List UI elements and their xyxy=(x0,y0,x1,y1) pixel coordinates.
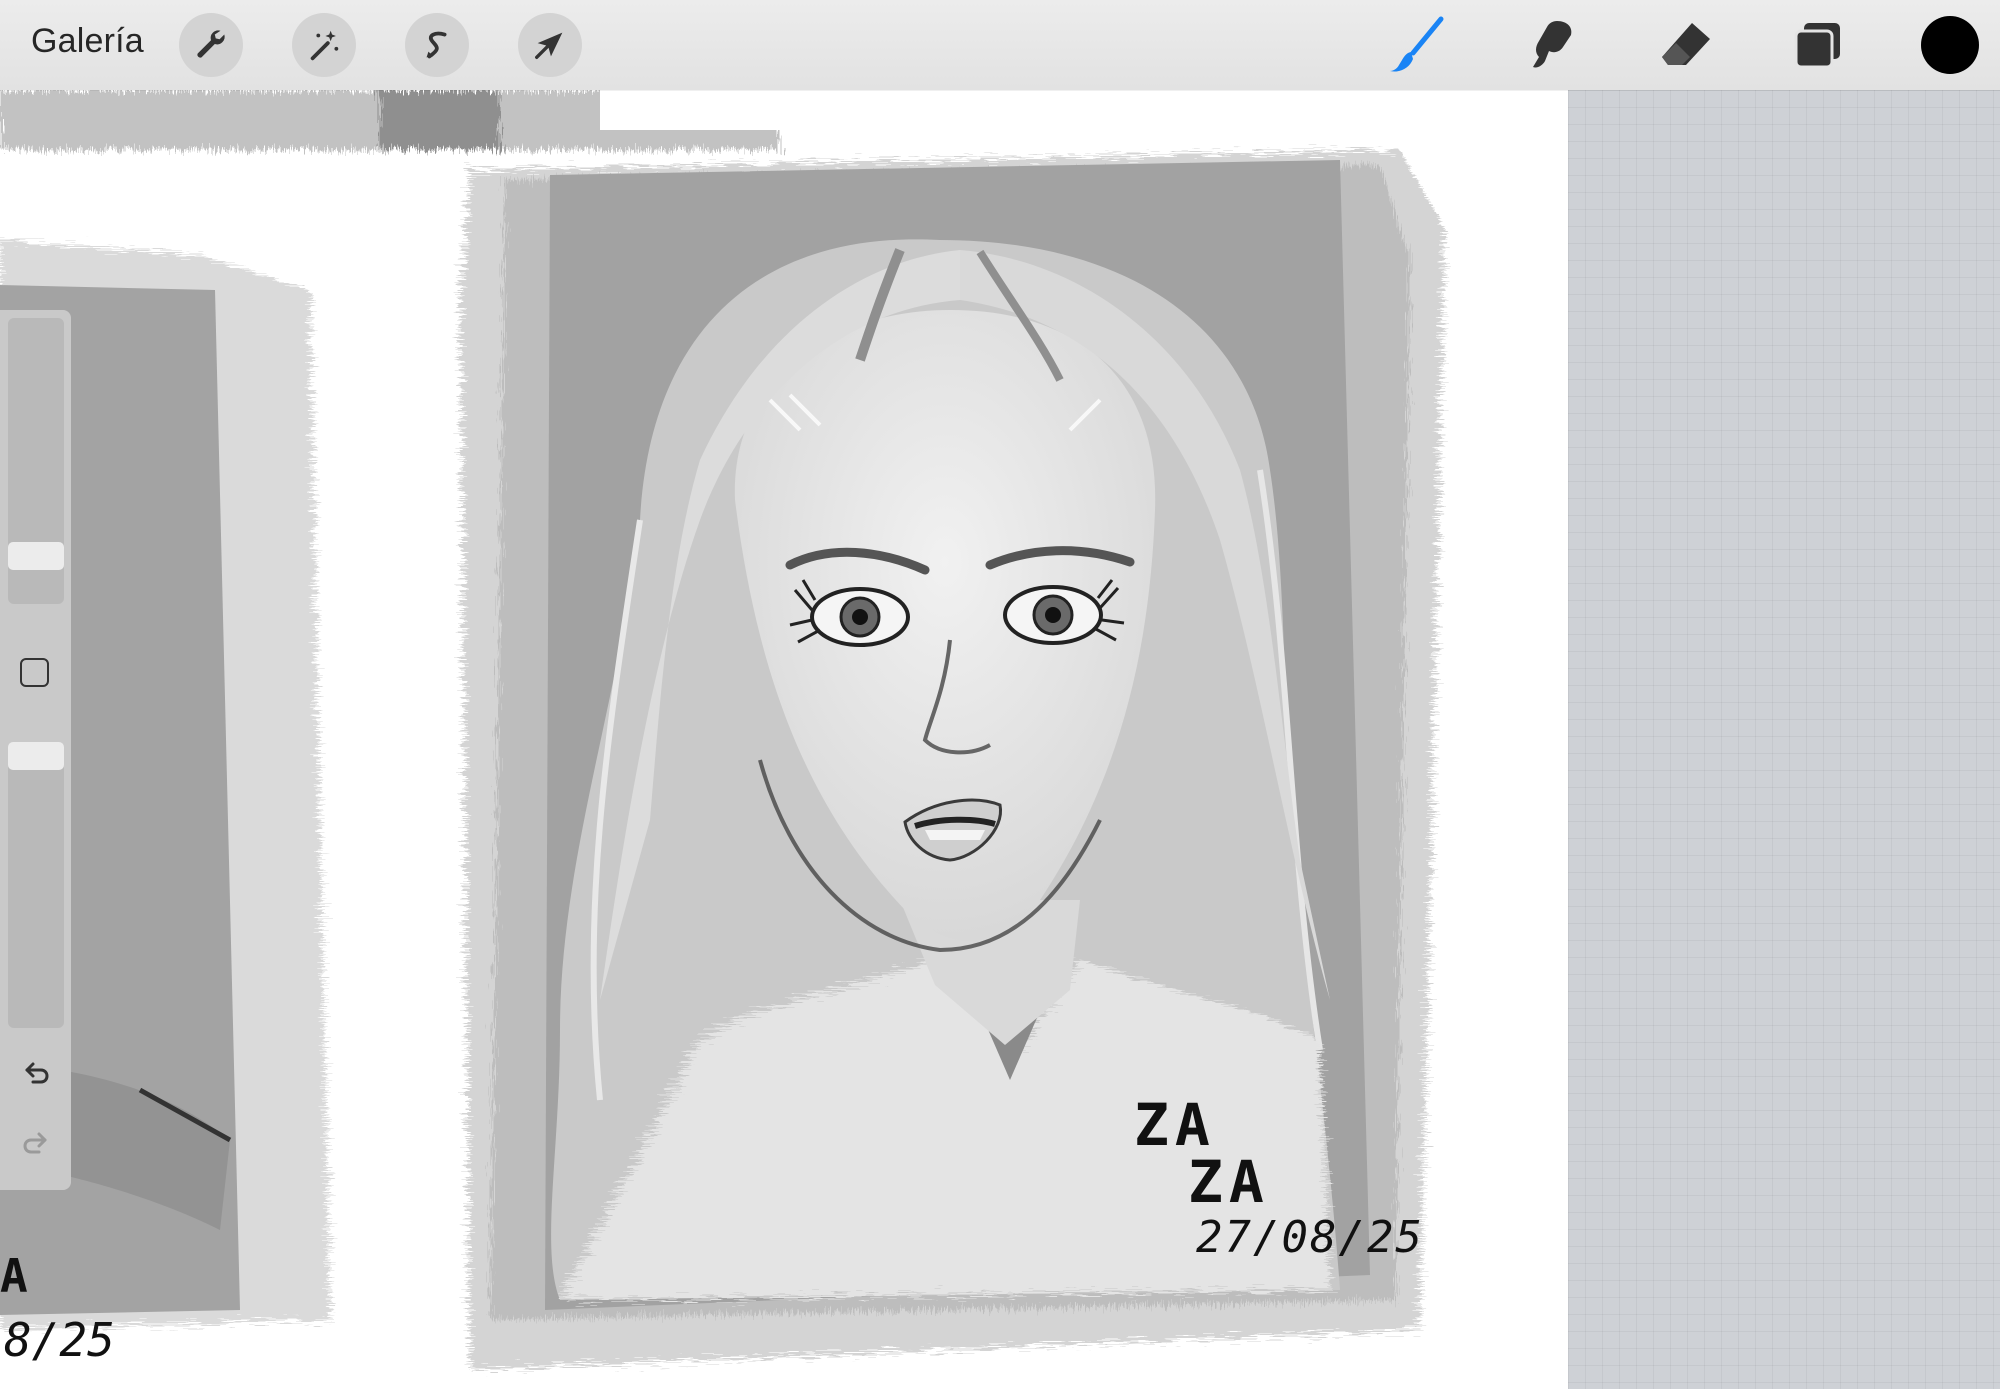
main-artwork-card xyxy=(460,150,1445,1370)
left-card-signature-letter: A xyxy=(0,1249,28,1303)
opacity-slider[interactable] xyxy=(8,742,64,1028)
transform-arrow-icon xyxy=(535,32,563,60)
actions-button[interactable] xyxy=(179,13,243,77)
drawing-canvas[interactable]: ZA ZA 27/08/25 A 8/25 xyxy=(0,90,1568,1389)
layers-icon xyxy=(1794,23,1840,69)
left-sidebar xyxy=(0,310,71,1190)
color-picker-button[interactable] xyxy=(1921,16,1979,74)
brush-icon xyxy=(1390,16,1444,72)
top-toolbar: Galería xyxy=(0,0,2000,90)
undo-arrow-icon[interactable] xyxy=(19,1056,53,1090)
eraser-tool-button[interactable] xyxy=(1656,15,1716,75)
opacity-handle[interactable] xyxy=(8,742,64,770)
redo-arrow-icon[interactable] xyxy=(19,1126,53,1160)
adjustments-button[interactable] xyxy=(292,13,356,77)
signature-date: 27/08/25 xyxy=(1196,1212,1424,1263)
selection-s-icon xyxy=(426,31,447,59)
brush-tool-button[interactable] xyxy=(1387,15,1447,75)
wrench-icon xyxy=(197,30,225,58)
layers-button[interactable] xyxy=(1788,15,1848,75)
modify-button[interactable] xyxy=(20,658,49,687)
artwork xyxy=(0,90,1568,1370)
selection-button[interactable] xyxy=(405,13,469,77)
eraser-icon xyxy=(1662,23,1710,65)
smudge-icon xyxy=(1533,21,1572,68)
magic-wand-icon xyxy=(310,30,339,61)
brush-size-handle[interactable] xyxy=(8,542,64,570)
canvas-background-grid xyxy=(1568,90,2000,1389)
brush-size-slider[interactable] xyxy=(8,318,64,604)
gallery-button[interactable]: Galería xyxy=(31,22,144,61)
transform-button[interactable] xyxy=(518,13,582,77)
smudge-tool-button[interactable] xyxy=(1521,15,1581,75)
signature-line-2: ZA xyxy=(1188,1148,1270,1216)
left-card-date: 8/25 xyxy=(4,1313,115,1367)
